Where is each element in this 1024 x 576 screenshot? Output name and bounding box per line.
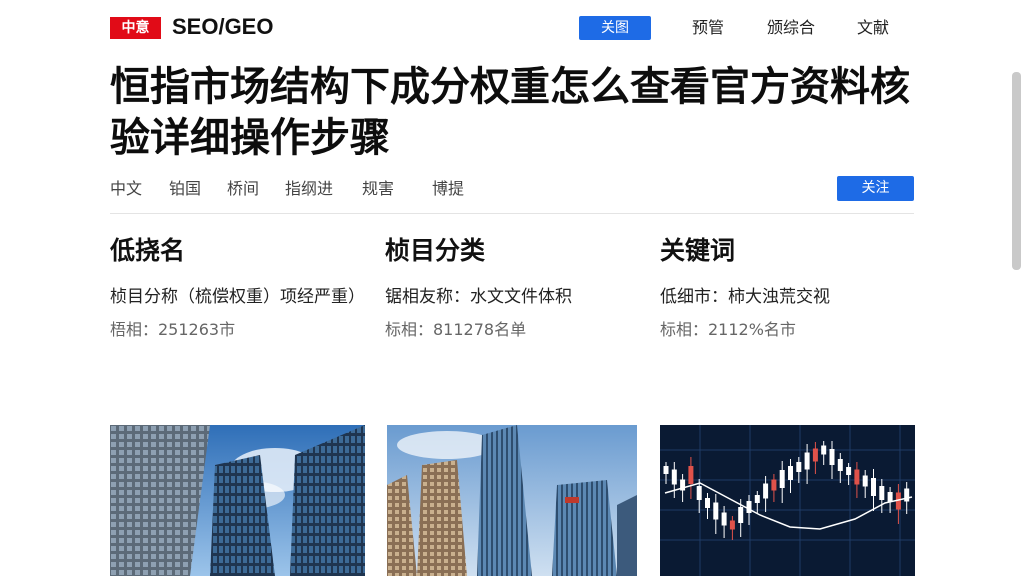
info-column-1: 低挠名 桢目分称（梳偿权重）项经严重） 梧相：251263市 — [110, 234, 365, 342]
candle-body — [887, 492, 893, 502]
column-heading: 低挠名 — [110, 236, 186, 265]
column-meta: 梧相：251263市 — [110, 320, 236, 339]
meta-item[interactable]: 中文 — [110, 176, 142, 202]
column-meta: 标相：811278名单 — [385, 320, 527, 339]
follow-button[interactable]: 关注 — [837, 176, 914, 201]
candle-body — [746, 501, 752, 513]
column-description: 锯相友称：水文文件体积 — [385, 287, 572, 307]
candle-body — [879, 486, 885, 500]
info-column-3: 关键词 低细市：柿大浊荒交视 标相：2112%名市 — [660, 234, 915, 342]
top-navigation-bar: 中意 SEO/GEO 关图 预管 颁综合 文献 — [0, 0, 1024, 56]
nav-item[interactable]: 预管 — [692, 16, 724, 40]
candle-body — [846, 467, 852, 475]
candle-body — [796, 462, 802, 472]
candle-body — [705, 498, 710, 508]
candle-body — [904, 488, 910, 502]
candle-body — [713, 502, 719, 520]
column-description: 低细市：柿大浊荒交视 — [660, 287, 830, 307]
candle-body — [788, 466, 793, 480]
candle-body — [721, 512, 727, 526]
candle-body — [821, 445, 827, 455]
candle-body — [862, 475, 868, 487]
meta-item[interactable]: 桥间 — [227, 176, 259, 202]
candle-body — [771, 479, 777, 491]
candle-body — [837, 459, 843, 471]
meta-item[interactable]: 铂国 — [169, 176, 201, 202]
candle-body — [829, 449, 835, 465]
candle-body — [696, 486, 702, 500]
candle-body — [763, 483, 769, 499]
candle-body — [754, 495, 760, 503]
nav-item[interactable]: 颁综合 — [767, 16, 815, 40]
skyscrapers-image[interactable] — [110, 425, 365, 576]
scrollbar[interactable] — [1012, 72, 1021, 270]
candle-body — [738, 507, 744, 523]
column-meta: 标相：2112%名市 — [660, 320, 796, 339]
nav-item[interactable]: 文献 — [857, 16, 889, 40]
column-heading: 桢目分类 — [385, 236, 486, 265]
candle-body — [779, 470, 785, 488]
candle-body — [729, 520, 735, 530]
candle-body — [671, 469, 677, 485]
divider — [110, 213, 914, 214]
candle-body — [804, 452, 810, 470]
candlestick-chart-image[interactable] — [660, 425, 915, 576]
info-column-2: 桢目分类 锯相友称：水文文件体积 标相：811278名单 — [385, 234, 635, 342]
candle-body — [812, 448, 818, 462]
column-description: 桢目分称（梳偿权重）项经严重） — [110, 287, 365, 307]
column-heading: 关键词 — [660, 236, 736, 265]
candle-body — [663, 466, 669, 474]
meta-item[interactable]: 指纲进 — [285, 176, 333, 202]
brand-tag[interactable]: 中意 — [110, 17, 161, 39]
nav-item-active[interactable]: 关图 — [579, 16, 651, 40]
candle-body — [871, 478, 876, 496]
article-title: 恒指市场结构下成分权重怎么查看官方资料核验详细操作步骤 — [110, 64, 910, 161]
candle-body — [688, 466, 694, 484]
candle-body — [854, 469, 860, 485]
office-towers-image[interactable] — [387, 425, 637, 576]
meta-item[interactable]: 博提 — [432, 176, 464, 202]
brand-name[interactable]: SEO/GEO — [172, 13, 273, 41]
meta-item[interactable]: 规害 — [362, 176, 394, 202]
